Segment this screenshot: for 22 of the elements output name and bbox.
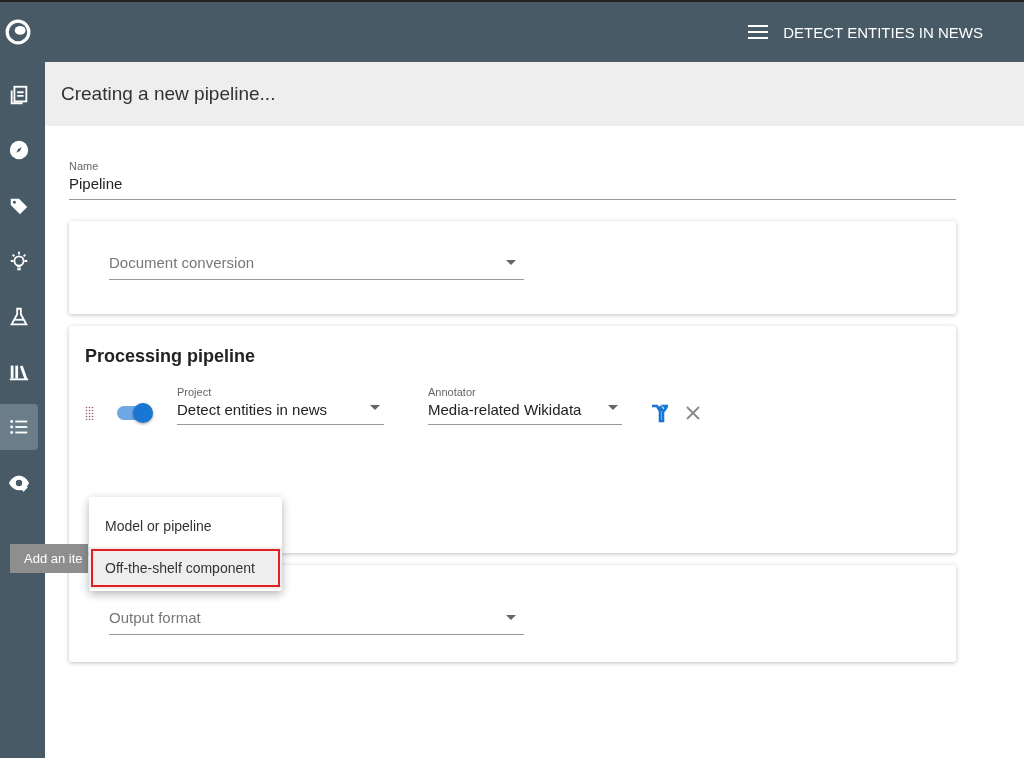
- name-field[interactable]: Name Pipeline: [69, 160, 956, 200]
- annotator-select[interactable]: Annotator Media-related Wikidata: [428, 385, 622, 425]
- conversion-select[interactable]: Document conversion: [109, 254, 524, 280]
- sidebar-item[interactable]: [0, 404, 38, 451]
- menu-item[interactable]: Model or pipeline: [89, 505, 282, 547]
- drag-handle-icon[interactable]: [85, 406, 95, 420]
- compass-icon[interactable]: [8, 139, 30, 162]
- page-title: Creating a new pipeline...: [61, 83, 276, 105]
- close-icon[interactable]: [686, 406, 700, 420]
- lightbulb-icon[interactable]: [8, 250, 30, 273]
- tooltip: Add an ite: [10, 544, 88, 573]
- output-select[interactable]: Output format: [109, 609, 524, 635]
- fork-icon[interactable]: [650, 403, 670, 423]
- toggle-switch[interactable]: [115, 401, 153, 425]
- menu-item[interactable]: Off-the-shelf component: [89, 547, 282, 589]
- project-select[interactable]: Project Detect entities in news: [177, 385, 384, 425]
- project-title: DETECT ENTITIES IN NEWS: [783, 23, 983, 41]
- card-title: Processing pipeline: [85, 346, 256, 366]
- logo-icon[interactable]: [5, 19, 31, 45]
- document-icon[interactable]: [8, 84, 30, 106]
- menu-icon[interactable]: [748, 25, 769, 39]
- flask-icon[interactable]: [8, 305, 30, 328]
